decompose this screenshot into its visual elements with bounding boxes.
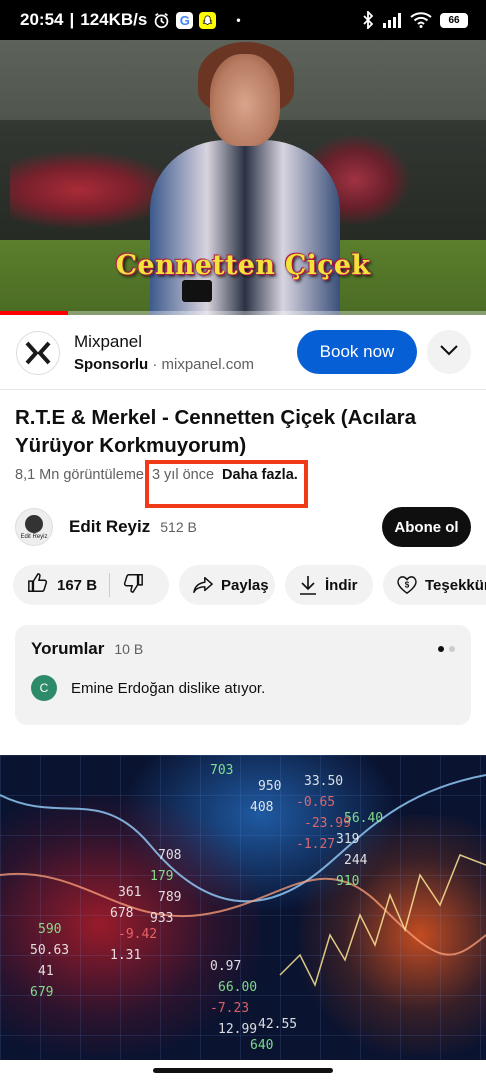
like-count[interactable]: 167 B [57,577,97,594]
bluetooth-icon [362,11,374,29]
thanks-label: Teşekkürler [425,576,486,594]
signal-icon [382,12,402,28]
status-bar: 20:54 | 124KB/s G • 66 [0,0,486,40]
wifi-icon [410,12,432,28]
channel-row[interactable]: Edit Reyiz Edit Reyiz 512 B Abone ol [15,505,471,549]
highlight-annotation-box [145,460,308,508]
view-count: 8,1 Mn görüntüleme [15,467,144,483]
ticker-number: -9.42 [118,927,158,942]
battery-icon: 66 [440,12,468,28]
ad-expand-button[interactable] [427,330,471,374]
subscribe-button[interactable]: Abone ol [382,507,471,547]
ticker-number: 679 [30,985,54,1000]
thanks-button[interactable]: $ Teşekkürler [383,565,486,605]
video-progress-fill [0,311,69,315]
ticker-number: 12.99 [218,1022,258,1037]
ticker-number: 408 [250,800,274,815]
ticker-number: 179 [150,869,174,884]
next-video-thumbnail[interactable]: 703 408 -1.27 910 933 1.31 679 12.99 950 -23.99 24… [0,755,486,1060]
share-icon [193,576,213,594]
svg-text:$: $ [405,581,410,590]
download-icon [299,575,317,595]
like-button[interactable] [27,572,49,598]
ticker-number: 910 [336,874,360,889]
status-time: 20:54 [20,10,64,29]
comments-label: Yorumlar [31,639,105,658]
top-comment: C Emine Erdoğan dislike atıyor. [31,675,455,701]
dislike-button[interactable] [122,572,144,598]
snapchat-icon [199,11,217,29]
ticker-number: 708 [158,848,182,863]
channel-avatar[interactable]: Edit Reyiz [15,508,53,546]
comments-count: 10 B [114,641,144,657]
download-button[interactable]: İndir [285,565,373,605]
ticker-number: 678 [110,906,134,921]
comment-text: Emine Erdoğan dislike atıyor. [71,679,266,697]
ticker-number: -0.65 [296,795,336,810]
ticker-number: 789 [158,890,182,905]
sponsored-ad[interactable]: Mixpanel Sponsorlu · mixpanel.com Book n… [0,316,486,390]
network-speed: 124KB/s [80,10,148,29]
share-label: Paylaş [221,576,269,594]
ticker-number: 244 [344,853,368,868]
sponsored-label: Sponsorlu [74,356,149,373]
thumbs-up-icon [27,572,49,598]
action-bar: 167 B Paylaş İndir $ Teşekkürler [13,565,486,605]
ticker-number: 42.55 [258,1017,298,1032]
book-now-button[interactable]: Book now [297,330,417,374]
ticker-number: 640 [250,1038,274,1053]
ticker-number: 33.50 [304,774,344,789]
subscriber-count: 512 B [160,519,197,535]
ticker-number: 66.00 [218,980,258,995]
ticker-number: 41 [38,964,54,979]
commenter-avatar: C [31,675,57,701]
chevron-down-icon [440,343,458,361]
ticker-number: 1.31 [110,948,142,963]
video-player[interactable]: Cennetten Çiçek [0,40,486,315]
ticker-number: 50.63 [30,943,70,958]
google-icon: G [176,11,194,29]
video-person [150,140,340,315]
thumbs-down-icon [122,574,144,598]
ticker-number: 319 [336,832,360,847]
battery-level: 66 [448,14,460,26]
video-title[interactable]: R.T.E & Merkel - Cennetten Çiçek (Acılar… [15,404,465,460]
ticker-number: 361 [118,885,142,900]
ticker-number: 56.40 [344,811,384,826]
heart-dollar-icon: $ [397,576,417,594]
like-dislike-group: 167 B [13,565,169,605]
ticker-number: 933 [150,911,174,926]
video-overlay-title: Cennetten Çiçek [115,250,371,281]
ticker-number: -1.27 [296,837,336,852]
advertiser-name: Mixpanel [74,332,143,351]
ticker-number: -7.23 [210,1001,250,1016]
ticker-number: 950 [258,779,282,794]
ticker-number: 0.97 [210,959,242,974]
home-indicator[interactable] [153,1068,333,1073]
alarm-icon [153,12,170,29]
advertiser-logo [16,330,60,375]
ticker-number: 703 [210,763,234,778]
notification-dot: • [236,13,241,27]
channel-name[interactable]: Edit Reyiz [69,517,150,537]
video-progress-bar[interactable] [0,311,486,315]
ticker-number: 590 [38,922,62,937]
comments-panel[interactable]: Yorumlar 10 B C Emine Erdoğan dislike at… [15,625,471,725]
download-label: İndir [325,576,358,594]
comments-pager-dots [438,646,455,652]
advertiser-domain: mixpanel.com [161,356,255,373]
share-button[interactable]: Paylaş [179,565,275,605]
